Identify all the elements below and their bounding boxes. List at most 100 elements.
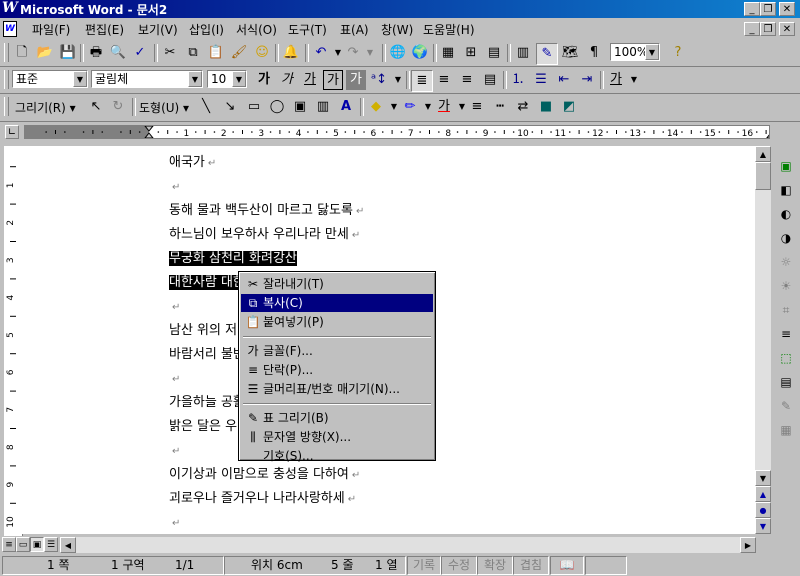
- cut-icon[interactable]: ✂: [160, 43, 180, 63]
- drawing-icon[interactable]: ✎: [536, 43, 558, 65]
- bell-icon[interactable]: 🔔: [281, 43, 301, 63]
- menu-help[interactable]: 도움말(H): [423, 21, 475, 38]
- scroll-thumb[interactable]: [755, 162, 771, 190]
- phonetic-icon[interactable]: ᵃ↕: [369, 70, 389, 90]
- paste-icon[interactable]: 📋: [206, 43, 226, 63]
- oval-icon[interactable]: ◯: [267, 97, 287, 117]
- print-icon[interactable]: 🖶: [86, 43, 106, 63]
- context-menu-item[interactable]: ✎ 표 그리기(B): [241, 409, 433, 427]
- next-page-button[interactable]: ▼: [755, 518, 771, 534]
- vertical-ruler[interactable]: 1 2 3 4 5 6 7 8 9 10: [4, 146, 23, 536]
- increase-indent-icon[interactable]: ⇥: [577, 70, 597, 90]
- save-icon[interactable]: 💾: [58, 43, 78, 63]
- title-bar[interactable]: W Microsoft Word - 문서2 _ ❐ ✕: [0, 0, 800, 18]
- align-justify-icon[interactable]: ≣: [411, 70, 433, 92]
- doc-minimize-button[interactable]: _: [744, 22, 760, 36]
- columns-icon[interactable]: ▥: [513, 43, 533, 63]
- line-text[interactable]: 하느님이 보우하사 우리나라 만세: [169, 227, 349, 242]
- insert-excel-icon[interactable]: ▤: [484, 43, 504, 63]
- line-icon[interactable]: ╲: [196, 97, 216, 117]
- horizontal-ruler[interactable]: ∟ 1234567891011121314151617: [0, 122, 800, 142]
- distribute-icon[interactable]: ▤: [480, 70, 500, 90]
- line-text[interactable]: 동해 물과 백두산이 마르고 닳도록: [169, 203, 353, 218]
- document-line[interactable]: ↵: [169, 442, 180, 461]
- document-line[interactable]: ↵: [169, 370, 180, 389]
- hyperlink-icon[interactable]: 🌍: [410, 43, 430, 63]
- toolbar-grip[interactable]: [4, 70, 9, 89]
- spelling-status-icon[interactable]: 📖: [550, 556, 584, 575]
- selected-text[interactable]: 무궁화 삼천리 화려강산: [169, 251, 297, 266]
- image-control-icon[interactable]: ◧: [776, 180, 796, 200]
- arrow-style-icon[interactable]: ⇄: [513, 97, 533, 117]
- line-text[interactable]: 괴로우나 즐거우나 나라사랑하세: [169, 491, 345, 506]
- document-line[interactable]: ↵: [169, 298, 180, 317]
- status-overtype[interactable]: 겹침: [513, 556, 549, 575]
- context-menu-item[interactable]: ⫼ 문자열 방향(X)...: [241, 428, 433, 446]
- web-view-button[interactable]: ▭: [16, 537, 30, 552]
- arrow-icon[interactable]: ↘: [220, 97, 240, 117]
- line-style-icon[interactable]: ≡: [776, 324, 796, 344]
- fill-color-icon[interactable]: ◆: [366, 97, 386, 117]
- crop-icon[interactable]: ⌗: [776, 300, 796, 320]
- border-button[interactable]: 가: [606, 70, 626, 90]
- line-style-icon[interactable]: ≡: [467, 97, 487, 117]
- italic-button[interactable]: 가: [277, 70, 297, 90]
- doc-restore-button[interactable]: ❐: [760, 22, 776, 36]
- document-line[interactable]: 애국가 ↵: [169, 154, 216, 173]
- format-painter-icon[interactable]: 🖌: [229, 43, 249, 63]
- shadow-icon[interactable]: ■: [536, 97, 556, 117]
- set-transparent-icon[interactable]: ✎: [776, 396, 796, 416]
- menu-format[interactable]: 서식(O): [236, 21, 277, 38]
- font-size-combo[interactable]: 10 ▼: [207, 70, 247, 88]
- chevron-down-icon[interactable]: ▼: [645, 44, 659, 60]
- previous-page-button[interactable]: ▲: [755, 486, 771, 502]
- text-wrapping-icon[interactable]: ▤: [776, 372, 796, 392]
- scroll-up-button[interactable]: ▲: [755, 146, 771, 162]
- context-menu-item[interactable]: ≡ 단락(P)...: [241, 361, 433, 379]
- menu-view[interactable]: 보기(V): [138, 21, 178, 38]
- print-view-button[interactable]: ▣: [30, 537, 44, 552]
- dash-style-icon[interactable]: ┅: [490, 97, 510, 117]
- document-line[interactable]: 하느님이 보우하사 우리나라 만세 ↵: [169, 226, 360, 245]
- chevron-down-icon[interactable]: ▼: [624, 70, 644, 90]
- outline-view-button[interactable]: ☰: [44, 537, 58, 552]
- vertical-textbox-icon[interactable]: ▥: [313, 97, 333, 117]
- line-color-icon[interactable]: ✏: [400, 97, 420, 117]
- open-icon[interactable]: 📂: [35, 43, 55, 63]
- status-record[interactable]: 기록: [407, 556, 441, 575]
- copy-icon[interactable]: ⧉: [183, 43, 203, 63]
- document-line[interactable]: ↵: [169, 178, 180, 197]
- chevron-down-icon[interactable]: ▼: [188, 71, 202, 87]
- decrease-indent-icon[interactable]: ⇤: [554, 70, 574, 90]
- 3d-icon[interactable]: ◩: [559, 97, 579, 117]
- align-right-icon[interactable]: ≡: [457, 70, 477, 90]
- insert-table-icon[interactable]: ⊞: [461, 43, 481, 63]
- menu-file[interactable]: 파일(F): [32, 21, 70, 38]
- web-icon[interactable]: 🌐: [388, 43, 408, 63]
- word-app-icon[interactable]: W: [2, 1, 18, 16]
- context-menu-item[interactable]: ✂ 잘라내기(T): [241, 275, 433, 293]
- menu-insert[interactable]: 삽입(I): [189, 21, 224, 38]
- toolbar-grip[interactable]: [4, 43, 9, 62]
- scroll-left-button[interactable]: ◀: [60, 537, 76, 553]
- toolbar-grip[interactable]: [4, 97, 9, 116]
- horizontal-scrollbar-track[interactable]: [76, 537, 740, 553]
- draw-menu-button[interactable]: 그리기(R) ▾: [15, 99, 76, 116]
- menu-edit[interactable]: 편집(E): [85, 21, 124, 38]
- print-preview-icon[interactable]: 🔍: [108, 43, 128, 63]
- bold-button[interactable]: 가: [254, 70, 274, 90]
- document-line[interactable]: 괴로우나 즐거우나 나라사랑하세 ↵: [169, 490, 356, 509]
- context-menu-item[interactable]: 기호(S)...: [241, 447, 433, 465]
- chevron-down-icon[interactable]: ▼: [232, 71, 246, 87]
- context-menu-item[interactable]: ☰ 글머리표/번호 매기기(N)...: [241, 380, 433, 398]
- show-hide-icon[interactable]: ¶: [584, 43, 604, 63]
- line-text[interactable]: 애국가: [169, 155, 205, 170]
- smiley-icon[interactable]: ☺: [252, 43, 272, 63]
- zoom-combo[interactable]: 100% ▼: [610, 43, 660, 61]
- menu-table[interactable]: 표(A): [340, 21, 369, 38]
- underline-button[interactable]: 가: [300, 70, 320, 90]
- spelling-icon[interactable]: ✓: [130, 43, 150, 63]
- reset-picture-icon[interactable]: ▦: [776, 420, 796, 440]
- scroll-right-button[interactable]: ▶: [740, 537, 756, 553]
- char-border-button[interactable]: 가: [323, 70, 343, 90]
